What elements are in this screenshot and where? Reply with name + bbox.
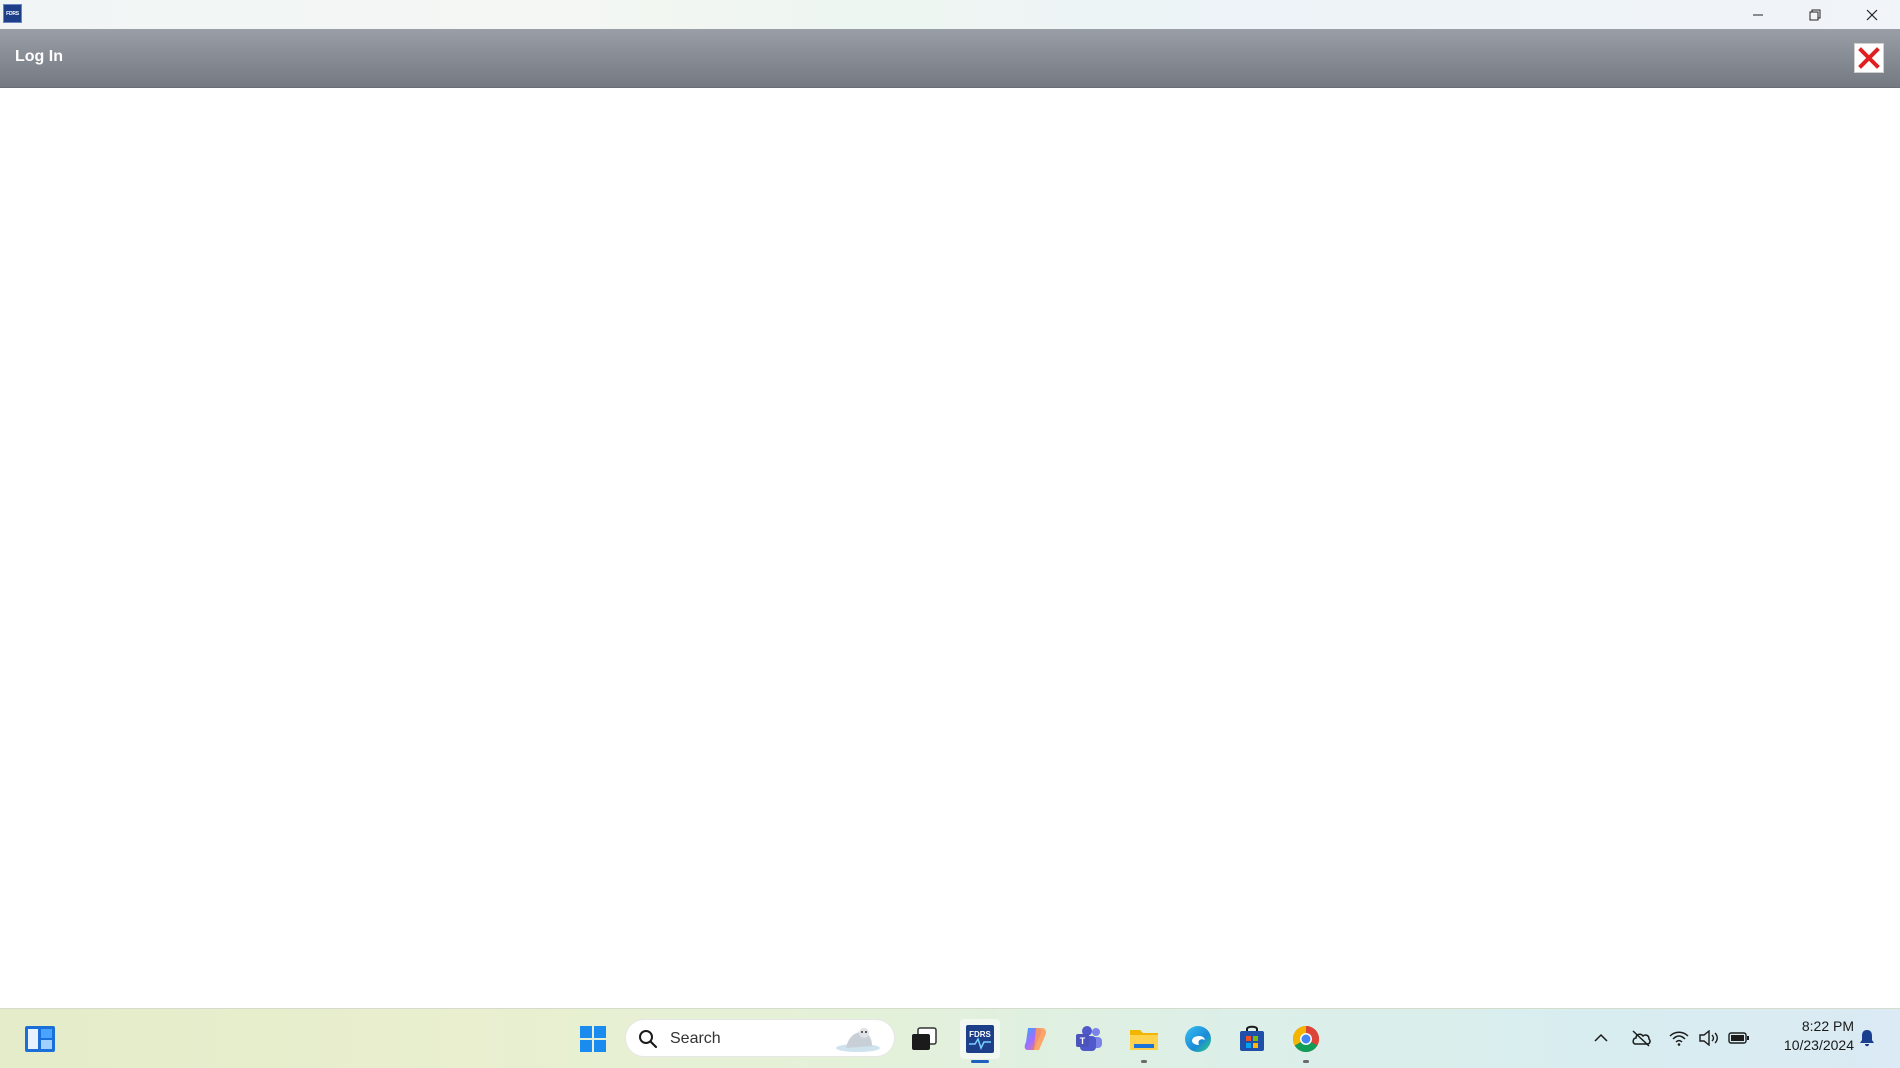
cloud-off-icon (1632, 1030, 1651, 1047)
taskbar-edge[interactable] (1178, 1019, 1218, 1059)
clock-date: 10/23/2024 (1783, 1037, 1854, 1053)
chevron-up-icon (1594, 1033, 1608, 1042)
restore-button[interactable] (1786, 0, 1843, 29)
battery-icon (1728, 1032, 1749, 1044)
task-view-icon (912, 1027, 937, 1050)
fdrs-app-icon: FDRS (3, 4, 22, 23)
page-title: Log In (15, 48, 63, 65)
svg-text:FDRS: FDRS (969, 1030, 991, 1039)
search-highlight-icon (836, 1028, 880, 1052)
folder-icon (1130, 1030, 1158, 1050)
window-controls (1729, 0, 1900, 29)
volume-icon (1699, 1030, 1718, 1046)
volume-button[interactable] (1695, 1008, 1723, 1068)
widgets-button[interactable] (20, 1019, 60, 1059)
widgets-icon (25, 1026, 55, 1052)
clock-time: 8:22 PM (1801, 1018, 1854, 1034)
svg-text:T: T (1080, 1036, 1086, 1046)
minimize-button[interactable] (1729, 0, 1786, 29)
close-icon (1866, 9, 1877, 20)
battery-button[interactable] (1725, 1008, 1753, 1068)
running-indicator (1303, 1060, 1309, 1063)
taskbar-teams[interactable]: T (1069, 1019, 1109, 1059)
window-title-bar: FDRS (0, 0, 1900, 29)
wifi-button[interactable] (1665, 1008, 1693, 1068)
teams-icon: T (1076, 1026, 1102, 1051)
clock[interactable]: 8:22 PM 10/23/2024 (1764, 1017, 1854, 1055)
task-view-button[interactable] (904, 1019, 944, 1059)
search-icon (639, 1030, 658, 1049)
running-indicator (1141, 1060, 1147, 1063)
edge-icon (1185, 1026, 1211, 1052)
tray-overflow-button[interactable] (1586, 1008, 1616, 1068)
onedrive-button[interactable] (1626, 1008, 1656, 1068)
minimize-icon (1752, 14, 1763, 15)
app-header: Log In (0, 29, 1900, 88)
main-content-area (0, 88, 1900, 1008)
taskbar-search-box[interactable]: Search (625, 1019, 895, 1057)
windows-logo-icon (580, 1026, 606, 1052)
taskbar-file-explorer[interactable] (1124, 1019, 1164, 1063)
copilot-icon (1024, 1028, 1046, 1050)
store-icon (1240, 1025, 1264, 1051)
login-close-button[interactable] (1854, 43, 1884, 73)
window-close-button[interactable] (1843, 0, 1900, 29)
taskbar-fdrs-app[interactable]: FDRS (960, 1019, 1000, 1063)
active-indicator (971, 1060, 989, 1063)
fdrs-app-icon: FDRS (966, 1025, 994, 1053)
wifi-icon (1669, 1031, 1689, 1046)
chrome-icon (1292, 1025, 1320, 1053)
bell-icon (1860, 1030, 1874, 1047)
search-placeholder: Search (670, 1030, 721, 1047)
start-button[interactable] (573, 1019, 613, 1059)
taskbar-chrome[interactable] (1286, 1019, 1326, 1063)
notifications-button[interactable] (1852, 1008, 1882, 1068)
red-x-icon (1858, 47, 1880, 69)
taskbar-copilot[interactable] (1015, 1019, 1055, 1059)
taskbar-store[interactable] (1232, 1019, 1272, 1059)
restore-icon (1809, 9, 1820, 20)
